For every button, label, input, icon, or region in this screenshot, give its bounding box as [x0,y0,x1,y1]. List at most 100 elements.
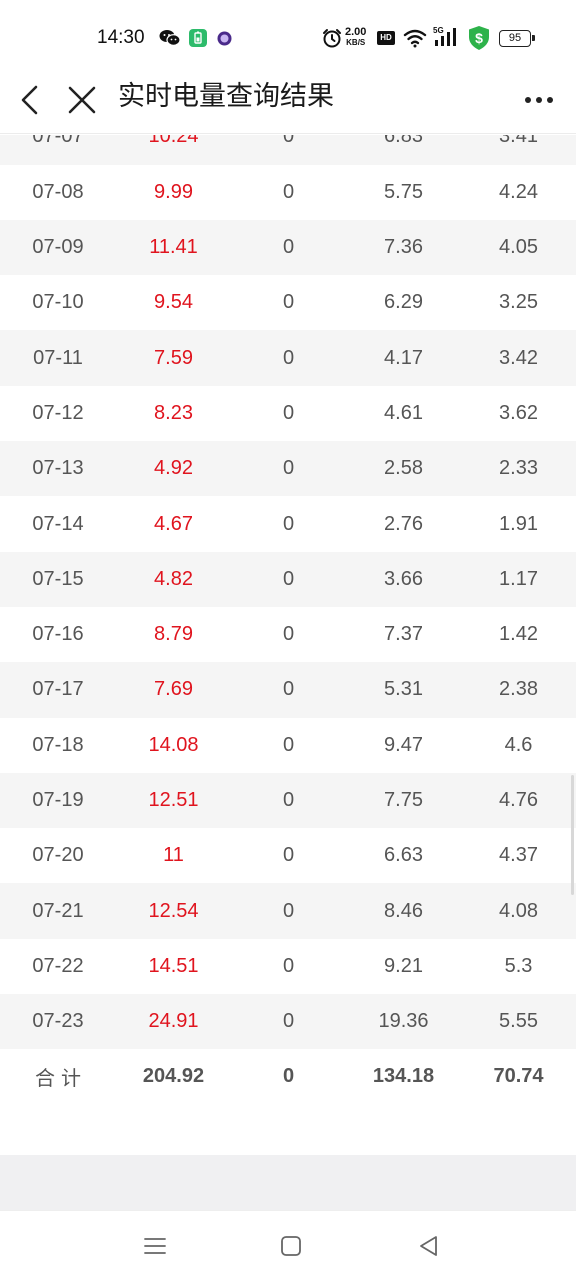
date-cell: 07-20 [32,844,84,867]
value-cell-red: 9.54 [154,291,193,314]
value-cell-red: 11.41 [149,236,198,259]
table-total-row: 合计 204.92 0 134.18 70.74 [0,1049,576,1105]
signal-icon: 5G [432,26,460,52]
status-time: 14:30 [97,27,145,48]
value-cell-red: 4.67 [154,512,193,535]
menu-icon [140,1238,170,1265]
value-cell-red: 4.92 [154,457,193,480]
home-button[interactable] [276,1231,306,1261]
table-row: 07-13 4.92 0 2.58 2.33 [0,441,576,497]
date-cell: 07-22 [32,954,84,977]
wechat-icon [159,29,181,51]
network-label: 5G [433,26,444,35]
value-cell-b: 4.05 [499,236,538,259]
back-triangle-icon [414,1236,444,1265]
value-cell-zero: 0 [282,401,295,424]
value-cell-b: 5.55 [499,1010,538,1033]
system-back-button[interactable] [414,1231,444,1261]
date-cell: 07-21 [32,899,84,922]
value-cell-red: 9.99 [154,180,193,203]
page-title: 实时电量查询结果 [118,81,334,112]
table-row: 07-10 9.54 0 6.29 3.25 [0,275,576,330]
chevron-left-icon [14,85,50,124]
back-button[interactable] [14,80,50,120]
total-value-red: 204.92 [142,1065,205,1088]
value-cell-red: 7.59 [154,346,193,369]
value-cell-zero: 0 [282,678,295,701]
net-speed-unit: KB/S [346,38,366,47]
value-cell-a: 19.36 [378,1010,429,1033]
table-row: 07-16 8.79 0 7.37 1.42 [0,607,576,662]
value-cell-a: 8.46 [384,899,423,922]
value-cell-zero: 0 [282,623,295,646]
usage-table[interactable]: 07-067.2605.621.6507-0710.2406.833.4107-… [0,135,576,1155]
date-cell: 07-07 [32,135,84,148]
value-cell-b: 1.17 [499,567,538,590]
value-cell-b: 4.37 [499,844,538,867]
value-cell-red: 24.91 [148,1010,199,1033]
menu-button[interactable] [140,1231,170,1261]
value-cell-red: 14.08 [148,733,199,756]
value-cell-zero: 0 [282,954,295,977]
value-cell-zero: 0 [282,457,295,480]
value-cell-b: 3.25 [499,291,538,314]
value-cell-zero: 0 [282,567,295,590]
value-cell-zero: 0 [282,135,295,148]
value-cell-a: 2.58 [384,457,423,480]
value-cell-a: 6.83 [384,135,423,148]
value-cell-red: 12.54 [148,899,199,922]
value-cell-red: 12.51 [148,789,199,811]
table-row: 07-17 7.69 0 5.31 2.38 [0,662,576,718]
date-cell: 07-10 [32,291,84,314]
date-cell: 07-23 [32,1010,84,1033]
usage-table-body: 07-067.2605.621.6507-0710.2406.833.4107-… [0,135,576,1105]
value-cell-red: 10.24 [148,135,199,148]
table-row: 07-18 14.08 0 9.47 4.6 [0,718,576,773]
wifi-icon [403,28,427,52]
alarm-icon [322,28,342,52]
value-cell-red: 14.51 [148,954,199,977]
scrollbar[interactable] [571,775,574,895]
value-cell-zero: 0 [282,844,295,867]
value-cell-b: 3.41 [499,135,538,148]
value-cell-b: 1.42 [499,623,538,646]
table-row: 07-09 11.41 0 7.36 4.05 [0,219,576,276]
close-button[interactable] [64,80,100,120]
value-cell-b: 2.38 [499,678,538,701]
total-label: 合计 [35,1068,87,1091]
date-cell: 07-09 [32,236,84,259]
nav-header: 实时电量查询结果 [0,76,576,134]
value-cell-b: 4.76 [499,789,538,811]
table-row: 07-11 7.59 0 4.17 3.42 [0,330,576,386]
value-cell-zero: 0 [282,899,295,922]
battery-indicator: 95 [499,30,535,47]
value-cell-b: 2.33 [499,457,538,480]
net-speed: 2.00 KB/S [345,27,366,48]
table-row: 07-12 8.23 0 4.61 3.62 [0,386,576,441]
value-cell-a: 7.75 [384,789,423,811]
value-cell-a: 3.66 [384,567,423,590]
battery-app-icon [188,28,208,52]
svg-text:$: $ [475,30,483,46]
total-value-a: 134.18 [372,1065,435,1088]
value-cell-b: 3.42 [499,346,538,369]
table-row: 07-21 12.54 0 8.46 4.08 [0,883,576,939]
value-cell-a: 4.17 [384,346,423,369]
value-cell-b: 4.08 [499,899,538,922]
value-cell-b: 4.6 [504,733,533,756]
value-cell-red: 4.82 [154,567,193,590]
value-cell-a: 6.29 [384,291,423,314]
security-shield-icon: $ [467,25,491,55]
value-cell-zero: 0 [282,291,295,314]
date-cell: 07-08 [32,180,84,203]
value-cell-zero: 0 [282,733,295,756]
date-cell: 07-17 [32,678,84,701]
value-cell-a: 9.21 [384,954,423,977]
value-cell-a: 7.36 [384,236,423,259]
value-cell-b: 4.24 [499,180,538,203]
value-cell-zero: 0 [282,512,295,535]
value-cell-a: 5.31 [384,678,423,701]
page-footer-spacer [0,1155,576,1210]
value-cell-zero: 0 [282,789,295,811]
more-button[interactable] [519,80,559,120]
